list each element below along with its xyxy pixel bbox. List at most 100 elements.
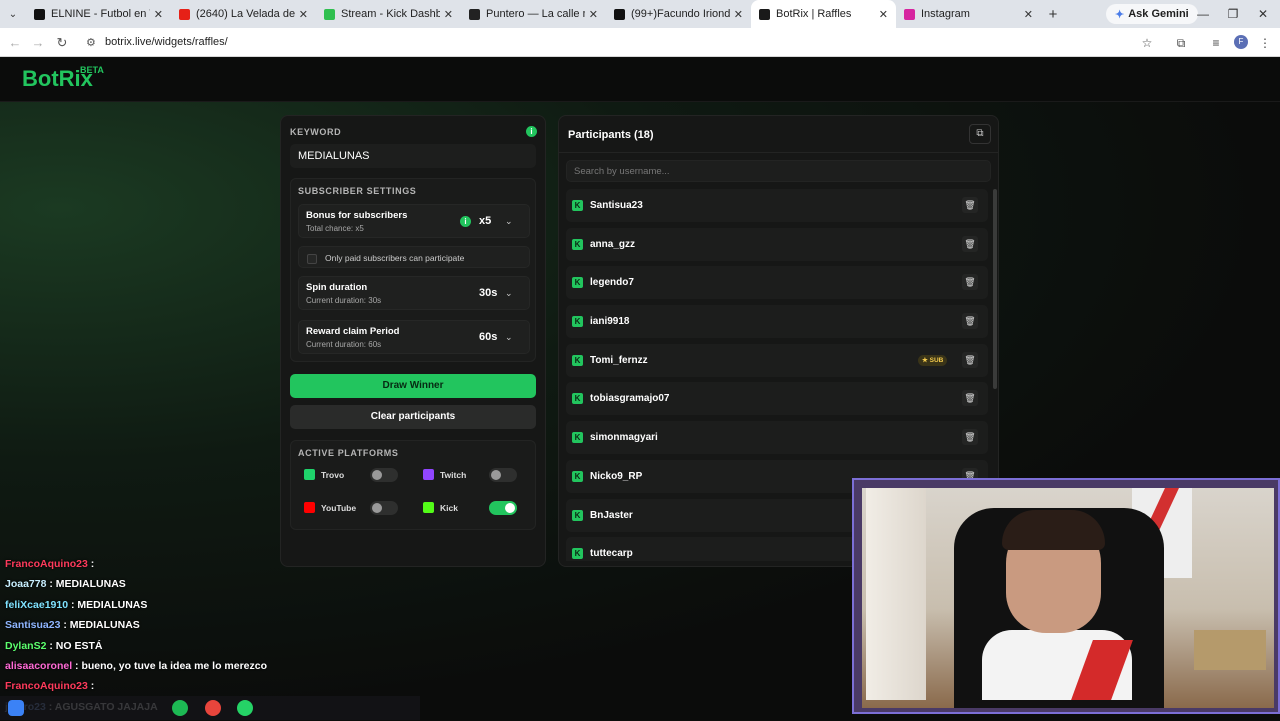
chevron-down-icon[interactable]: ⌄ bbox=[505, 332, 513, 343]
clear-participants-button[interactable]: Clear participants bbox=[290, 405, 536, 429]
close-tab-icon[interactable]: ✕ bbox=[1024, 8, 1033, 21]
tab-title: ELNINE - Futbol en Vivo bbox=[51, 8, 150, 20]
trash-icon[interactable]: 🗑 bbox=[962, 274, 978, 291]
close-tab-icon[interactable]: ✕ bbox=[154, 8, 163, 21]
kick-icon: K bbox=[572, 548, 583, 560]
browser-tab[interactable]: Stream - Kick Dashboard ✕ bbox=[316, 0, 461, 28]
chat-message: Santisua23 : MEDIALUNAS bbox=[5, 619, 335, 639]
kick-icon: K bbox=[572, 470, 583, 482]
chat-text: : bbox=[90, 680, 95, 693]
browser-tab[interactable]: (2640) La Velada del Año De ✕ bbox=[171, 0, 316, 28]
spin-duration-row: Spin duration Current duration: 30s 30s … bbox=[298, 276, 530, 310]
kick-icon bbox=[423, 502, 434, 513]
tab-title: Puntero — La calle manda bbox=[486, 8, 585, 20]
browser-tab[interactable]: BotRix | Raffles ✕ bbox=[751, 0, 896, 28]
toggle-knob bbox=[372, 503, 382, 513]
trash-icon[interactable]: 🗑 bbox=[962, 197, 978, 213]
bookmark-star-icon[interactable]: ☆ bbox=[1138, 34, 1156, 52]
participant-name: tobiasgramajo07 bbox=[590, 393, 670, 405]
keyword-info-icon[interactable]: i bbox=[526, 126, 537, 137]
participant-name: iani9918 bbox=[590, 316, 630, 328]
chat-message: DylanS2 : NO ESTÁ bbox=[5, 640, 335, 660]
close-tab-icon[interactable]: ✕ bbox=[444, 8, 453, 21]
trash-icon[interactable]: 🗑 bbox=[962, 390, 978, 407]
back-arrow-icon[interactable]: ← bbox=[5, 33, 25, 53]
tab-favicon-icon bbox=[179, 8, 190, 20]
close-tab-icon[interactable]: ✕ bbox=[879, 8, 888, 21]
restore-window-icon[interactable]: ❐ bbox=[1218, 0, 1248, 28]
chat-message: alisaacoronel : bueno, yo tuve la idea m… bbox=[5, 660, 335, 680]
webcam-board-game bbox=[1194, 630, 1266, 670]
chat-message: FrancoAquino23 : bbox=[5, 558, 335, 578]
chat-username: Joaa778 bbox=[5, 578, 47, 591]
platform-name: Twitch bbox=[440, 470, 467, 480]
platform-toggle[interactable] bbox=[370, 501, 398, 515]
browser-tab[interactable]: ELNINE - Futbol en Vivo ✕ bbox=[26, 0, 171, 28]
menu-icon[interactable]: ⋮ bbox=[1256, 34, 1274, 52]
bonus-title: Bonus for subscribers bbox=[306, 210, 408, 221]
webcam-curtain bbox=[866, 488, 926, 700]
bonus-subtitle: Total chance: x5 bbox=[306, 224, 364, 233]
close-tab-icon[interactable]: ✕ bbox=[299, 8, 308, 21]
bonus-subscribers-row: Bonus for subscribers Total chance: x5 i… bbox=[298, 204, 530, 238]
browser-tab[interactable]: Puntero — La calle manda ✕ bbox=[461, 0, 606, 28]
participant-row: K Santisua23 🗑 bbox=[566, 189, 988, 222]
chat-text: : MEDIALUNAS bbox=[70, 598, 148, 611]
trash-icon[interactable]: 🗑 bbox=[962, 235, 978, 252]
participant-search-input[interactable] bbox=[566, 160, 991, 182]
chevron-down-icon[interactable]: ⌄ bbox=[505, 288, 513, 299]
raffle-settings-panel: KEYWORD i MEDIALUNAS SUBSCRIBER SETTINGS… bbox=[280, 115, 546, 567]
draw-winner-button[interactable]: Draw Winner bbox=[290, 374, 536, 398]
start-menu-icon[interactable] bbox=[8, 700, 24, 716]
taskbar bbox=[0, 696, 420, 720]
platform-toggle[interactable] bbox=[489, 501, 517, 515]
participant-row: K Tomi_fernzz ★ SUB 🗑 bbox=[566, 343, 988, 377]
participant-row: Ktobiasgramajo07 🗑 bbox=[566, 382, 988, 416]
paid-only-checkbox[interactable] bbox=[307, 254, 317, 264]
ask-gemini-button[interactable]: ✦ Ask Gemini bbox=[1106, 4, 1198, 24]
browser-tab-bar: ⌄ ELNINE - Futbol en Vivo✕(2640) La Vela… bbox=[0, 0, 1280, 28]
browser-tab[interactable]: Instagram ✕ bbox=[896, 0, 1041, 28]
new-tab-button[interactable]: + bbox=[1041, 6, 1065, 23]
media-control-icon[interactable]: ≡ bbox=[1207, 34, 1225, 52]
close-tab-icon[interactable]: ✕ bbox=[589, 8, 598, 21]
url-field[interactable]: botrix.live/widgets/raffles/ bbox=[105, 36, 228, 48]
bonus-multiplier-select[interactable]: x5 bbox=[479, 215, 491, 227]
kick-icon: K bbox=[572, 316, 583, 328]
chat-text: : bbox=[90, 558, 95, 570]
platform-toggle[interactable] bbox=[370, 468, 398, 482]
participant-row: Ksimonmagyari 🗑 bbox=[566, 421, 988, 455]
gemini-icon: ✦ bbox=[1115, 8, 1125, 21]
participant-name: anna_gzz bbox=[590, 238, 636, 250]
participant-list-scrollbar[interactable] bbox=[993, 189, 997, 389]
kick-icon: K bbox=[572, 238, 583, 250]
copy-icon[interactable]: ⧉ bbox=[969, 124, 991, 144]
close-window-icon[interactable]: ✕ bbox=[1248, 0, 1278, 28]
chat-message: Joaa778 : MEDIALUNAS bbox=[5, 578, 335, 598]
trash-icon[interactable]: 🗑 bbox=[962, 351, 978, 368]
chrome-icon[interactable] bbox=[205, 700, 221, 716]
participants-title: Participants (18) bbox=[568, 129, 654, 141]
minimize-window-icon[interactable]: — bbox=[1188, 0, 1218, 28]
browser-tab[interactable]: (99+)Facundo Iriondo (@fa ✕ bbox=[606, 0, 751, 28]
divider bbox=[559, 152, 999, 153]
profile-avatar[interactable]: F bbox=[1234, 35, 1248, 49]
tab-search-chevron-icon[interactable]: ⌄ bbox=[0, 0, 26, 28]
extensions-icon[interactable]: ⧉ bbox=[1172, 34, 1190, 52]
chat-text: : MEDIALUNAS bbox=[63, 619, 140, 632]
platform-toggle[interactable] bbox=[489, 468, 517, 482]
trash-icon[interactable]: 🗑 bbox=[962, 429, 978, 446]
chevron-down-icon[interactable]: ⌄ bbox=[505, 216, 513, 227]
spotify-icon[interactable] bbox=[172, 700, 188, 716]
whatsapp-icon[interactable] bbox=[237, 700, 253, 716]
reload-icon[interactable]: ↻ bbox=[52, 33, 72, 53]
site-info-icon[interactable]: ⚙ bbox=[86, 36, 96, 49]
reward-period-select[interactable]: 60s bbox=[479, 331, 497, 343]
bonus-info-icon[interactable]: i bbox=[460, 216, 471, 227]
close-tab-icon[interactable]: ✕ bbox=[734, 8, 743, 21]
tab-title: (99+)Facundo Iriondo (@fa bbox=[631, 8, 730, 20]
trash-icon[interactable]: 🗑 bbox=[962, 313, 978, 330]
keyword-input[interactable]: MEDIALUNAS bbox=[290, 144, 536, 168]
spin-duration-select[interactable]: 30s bbox=[479, 287, 497, 299]
forward-arrow-icon[interactable]: → bbox=[28, 33, 48, 53]
